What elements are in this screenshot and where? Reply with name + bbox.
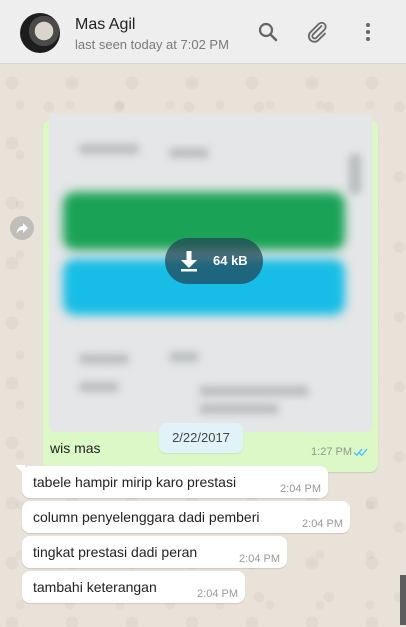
message-time: 2:04 PM bbox=[302, 518, 343, 530]
avatar[interactable] bbox=[20, 13, 60, 53]
scrollbar[interactable] bbox=[400, 575, 406, 625]
chat-panel[interactable]: 64 kB wis mas 1:27 PM 2/22/2017 tabele h… bbox=[0, 65, 406, 627]
message-time: 2:04 PM bbox=[239, 553, 280, 565]
forward-button[interactable] bbox=[10, 216, 34, 240]
message-time: 2:04 PM bbox=[197, 588, 238, 600]
incoming-message[interactable]: tingkat prestasi dadi peran 2:04 PM bbox=[22, 536, 287, 568]
message-text: column penyelenggara dadi pemberi bbox=[33, 509, 260, 525]
message-time: 2:04 PM bbox=[280, 483, 321, 495]
read-receipt-icon bbox=[353, 444, 369, 462]
message-text: tingkat prestasi dadi peran bbox=[33, 544, 198, 560]
message-text: tambahi keterangan bbox=[33, 579, 157, 595]
image-message[interactable]: 64 kB wis mas 1:27 PM bbox=[43, 114, 378, 472]
download-button[interactable]: 64 kB bbox=[165, 238, 263, 284]
attach-button[interactable] bbox=[305, 20, 331, 46]
image-caption: wis mas bbox=[50, 440, 101, 456]
forward-icon bbox=[16, 223, 28, 234]
search-icon bbox=[258, 22, 278, 42]
search-button[interactable] bbox=[256, 20, 282, 46]
message-time: 1:27 PM bbox=[311, 446, 352, 458]
message-text: tabele hampir mirip karo prestasi bbox=[33, 474, 237, 490]
incoming-message[interactable]: tabele hampir mirip karo prestasi 2:04 P… bbox=[22, 466, 328, 498]
menu-button[interactable] bbox=[356, 20, 382, 46]
chat-header: Mas Agil last seen today at 7:02 PM bbox=[0, 0, 406, 64]
contact-name[interactable]: Mas Agil bbox=[75, 16, 135, 34]
attach-icon bbox=[307, 21, 327, 43]
incoming-message[interactable]: column penyelenggara dadi pemberi 2:04 P… bbox=[22, 501, 350, 533]
menu-icon bbox=[366, 23, 370, 41]
incoming-message[interactable]: tambahi keterangan 2:04 PM bbox=[22, 571, 245, 603]
date-divider: 2/22/2017 bbox=[159, 423, 243, 453]
download-icon bbox=[181, 251, 197, 272]
last-seen-status: last seen today at 7:02 PM bbox=[75, 37, 229, 52]
blurred-image-thumbnail[interactable]: 64 kB bbox=[49, 114, 372, 432]
download-size: 64 kB bbox=[213, 253, 248, 268]
